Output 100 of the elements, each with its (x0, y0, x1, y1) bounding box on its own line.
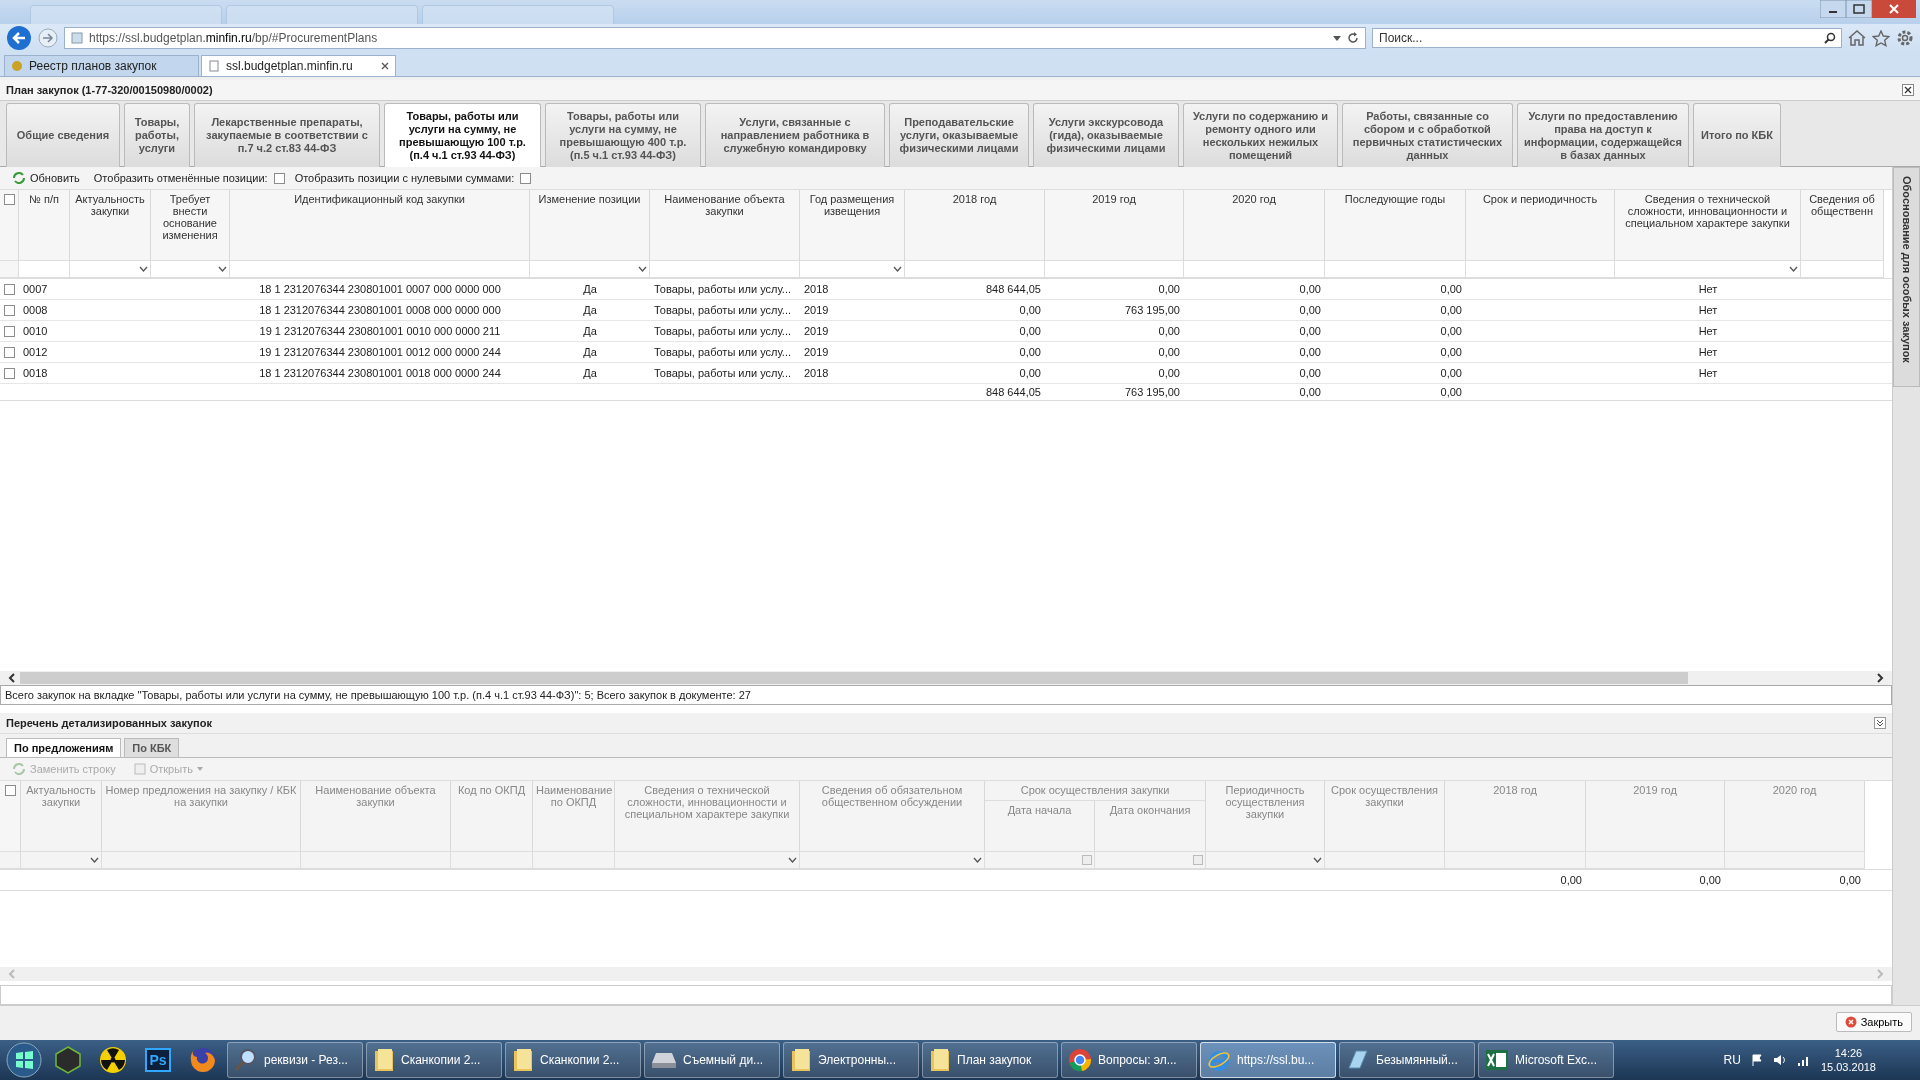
dropdown-icon[interactable] (218, 266, 227, 272)
browser-tab[interactable]: ssl.budgetplan.minfin.ru (201, 55, 396, 76)
column-header[interactable]: Наименование по ОКПД (533, 781, 615, 851)
input-field[interactable] (0, 985, 1892, 1005)
tab[interactable]: Товары, работы или услуги на сумму, не превышающую 100 т.р. (п.4 ч.1 ст.93 44-ФЗ) (384, 103, 541, 167)
maximize-icon[interactable] (1846, 0, 1872, 18)
column-header[interactable]: Код по ОКПД (451, 781, 533, 851)
tab[interactable]: Лекарственные препараты, закупаемые в соответствии с п.7 ч.2 ст.83 44-ФЗ (194, 103, 380, 167)
dropdown-icon[interactable] (893, 266, 902, 272)
column-header[interactable]: Сведения об общественн (1801, 190, 1884, 260)
column-header[interactable]: Сведения о технической сложности, инновационности и специальном характере закупки (1615, 190, 1801, 260)
signal-icon[interactable] (1796, 1054, 1811, 1066)
filter-field[interactable] (800, 260, 905, 278)
filter-field[interactable] (905, 260, 1045, 278)
filter-field[interactable] (615, 851, 800, 869)
date-filter-field[interactable] (985, 851, 1095, 869)
select-all-checkbox[interactable] (4, 785, 16, 796)
row-checkbox[interactable] (4, 283, 15, 295)
forward-icon[interactable] (38, 28, 58, 48)
tab[interactable]: По предложениям (6, 738, 122, 757)
start-button[interactable] (4, 1042, 44, 1078)
filter-field[interactable] (19, 260, 70, 278)
filter-field[interactable] (70, 260, 151, 278)
filter-field[interactable] (230, 260, 530, 278)
refresh-button[interactable]: Обновить (8, 172, 84, 184)
column-header[interactable]: Наименование объекта закупки (650, 190, 800, 260)
column-header[interactable]: 2020 год (1184, 190, 1325, 260)
tab[interactable]: Работы, связанные со сбором и с обработкой первичных статистических данных (1342, 103, 1513, 167)
settings-icon[interactable] (1896, 29, 1914, 47)
close-button[interactable]: Закрыть (1835, 1012, 1912, 1032)
column-header[interactable]: 2019 год (1045, 190, 1184, 260)
column-header[interactable]: Периодичность осуществления закупки (1206, 781, 1325, 851)
date-filter-field[interactable] (1095, 851, 1206, 869)
column-header[interactable]: 2020 год (1725, 781, 1865, 851)
speaker-icon[interactable] (1772, 1054, 1787, 1066)
filter-field[interactable] (1325, 260, 1466, 278)
column-header[interactable]: Год размещения извещения (800, 190, 905, 260)
dropdown-icon[interactable] (788, 857, 797, 863)
column-header[interactable]: Номер предложения на закупку / КБК на закупки (102, 781, 301, 851)
column-header[interactable]: Наименование объекта закупки (301, 781, 451, 851)
column-header[interactable]: 2018 год (905, 190, 1045, 260)
column-header[interactable]: 2018 год (1445, 781, 1586, 851)
table-row[interactable]: 0008 18 1 2312076344 230801001 0008 000 0000 000 Да Товары, работы или услу... 2019 0,00 763 195,00 0,00 0,00 Нет (0, 300, 1892, 321)
dropdown-icon[interactable] (973, 857, 982, 863)
side-tab[interactable]: Обоснование для особых закупок (1893, 167, 1920, 387)
column-header[interactable]: Идентификационный код закупки (230, 190, 530, 260)
scroll-left-icon[interactable] (8, 673, 16, 683)
filter-field[interactable] (1045, 260, 1184, 278)
tab[interactable]: Преподавательские услуги, оказываемые физическими лицами (889, 103, 1029, 167)
taskbar-button[interactable]: Безымянный... (1339, 1042, 1475, 1078)
table-row[interactable]: 0007 18 1 2312076344 230801001 0007 000 0000 000 Да Товары, работы или услу... 2018 848 644,05 0,00 0,00 0,00 Нет (0, 279, 1892, 300)
column-header[interactable]: 2019 год (1586, 781, 1725, 851)
table-row[interactable]: 0018 18 1 2312076344 230801001 0018 000 0000 244 Да Товары, работы или услу... 2018 0,00 0,00 0,00 0,00 Нет (0, 363, 1892, 384)
back-icon[interactable] (6, 25, 32, 51)
close-icon[interactable] (381, 62, 389, 70)
taskbar-button[interactable]: Microsoft Exc... (1478, 1042, 1614, 1078)
column-header[interactable]: Срок и периодичность (1466, 190, 1615, 260)
browser-tab[interactable]: Реестр планов закупок (4, 55, 199, 76)
filter-field[interactable] (533, 851, 615, 869)
row-checkbox[interactable] (4, 346, 15, 358)
collapse-icon[interactable] (1874, 717, 1886, 729)
tab[interactable]: Общие сведения (6, 103, 120, 167)
select-all-checkbox[interactable] (3, 194, 15, 205)
filter-field[interactable] (1445, 851, 1586, 869)
taskbar-button[interactable]: Сканкопии 2... (505, 1042, 641, 1078)
taskbar-button[interactable]: реквизи - Рез... (227, 1042, 363, 1078)
tab[interactable]: Услуги экскурсовода (гида), оказываемые физическими лицами (1033, 103, 1179, 167)
minimize-icon[interactable] (1820, 0, 1846, 18)
filter-field[interactable] (650, 260, 800, 278)
filter-field[interactable] (451, 851, 533, 869)
column-header[interactable]: Сведения о технической сложности, инновационности и специальном характере закупки (615, 781, 800, 851)
row-checkbox[interactable] (4, 304, 15, 316)
filter-field[interactable] (1206, 851, 1325, 869)
taskbar-button[interactable]: Электронны... (783, 1042, 919, 1078)
column-header[interactable]: Сведения об обязательном общественном обсуждении (800, 781, 985, 851)
filter-field[interactable] (21, 851, 102, 869)
caret-icon[interactable] (1333, 35, 1341, 41)
filter-field[interactable] (102, 851, 301, 869)
column-header[interactable]: № п/п (19, 190, 70, 260)
flag-icon[interactable] (1750, 1054, 1763, 1066)
filter-field[interactable] (1184, 260, 1325, 278)
column-header[interactable]: Дата начала (985, 801, 1095, 851)
filter-field[interactable] (1466, 260, 1615, 278)
column-header[interactable]: Изменение позиции (530, 190, 650, 260)
home-icon[interactable] (1848, 30, 1866, 46)
dropdown-icon[interactable] (90, 857, 99, 863)
tab[interactable]: Услуги, связанные с направлением работника в служебную командировку (705, 103, 885, 167)
column-header[interactable]: Дата окончания (1095, 801, 1206, 851)
column-header[interactable]: Срок осуществления закупки (1325, 781, 1445, 851)
tab[interactable]: Услуги по предоставлению права на доступ к информации, содержащейся в базах данных (1517, 103, 1689, 167)
tab[interactable]: По КБК (124, 738, 180, 757)
filter-field[interactable] (1325, 851, 1445, 869)
checkbox[interactable] (273, 172, 285, 184)
tab[interactable]: Товары, работы, услуги (124, 103, 190, 167)
dropdown-icon[interactable] (1313, 857, 1322, 863)
tab[interactable]: Итого по КБК (1693, 103, 1781, 167)
filter-field[interactable] (800, 851, 985, 869)
taskbar-button[interactable]: https://ssl.bu... (1200, 1042, 1336, 1078)
search-field[interactable]: Поиск... (1372, 28, 1842, 48)
dropdown-icon[interactable] (139, 266, 148, 272)
